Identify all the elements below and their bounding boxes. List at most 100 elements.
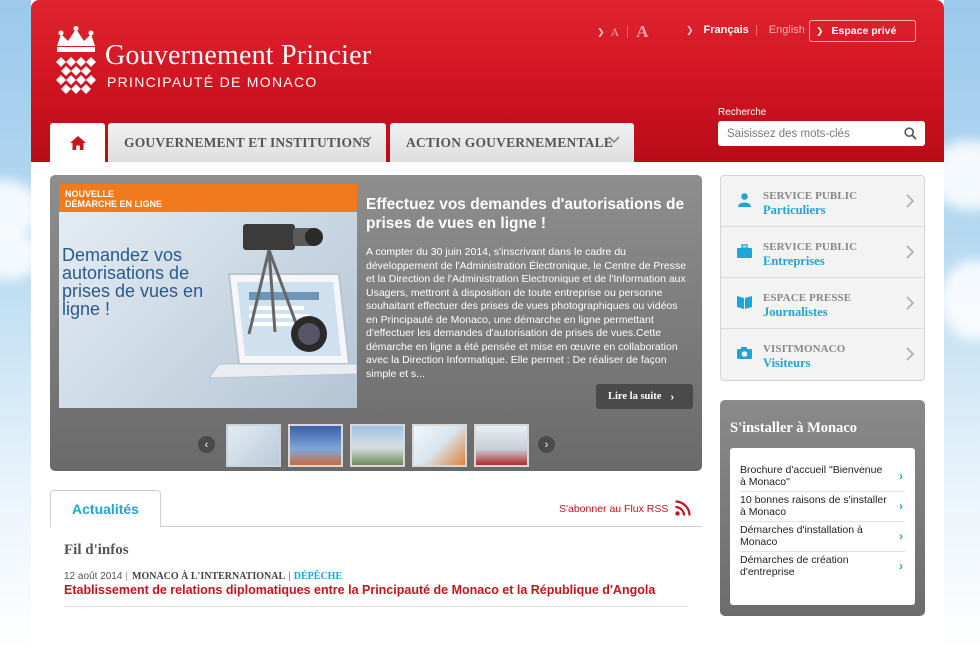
person-icon bbox=[738, 193, 751, 207]
installer-link[interactable]: 10 bonnes raisons de s'installer à Monac… bbox=[740, 492, 905, 522]
nav-tab-gouvernement[interactable]: GOUVERNEMENT ET INSTITUTIONS bbox=[108, 123, 386, 162]
installer-link-label: Brochure d'accueil "Bienvenue à Monaco" bbox=[740, 464, 883, 488]
service-audience: Entreprises bbox=[763, 254, 825, 268]
laptop-camera-illustration bbox=[209, 224, 357, 379]
site-subtitle[interactable]: PRINCIPAUTÉ DE MONACO bbox=[107, 74, 318, 90]
divider bbox=[755, 24, 757, 36]
slide-title[interactable]: Effectuez vos demandes d'autorisations d… bbox=[366, 195, 686, 233]
service-entreprises[interactable]: SERVICE PUBLIC Entreprises bbox=[721, 227, 924, 278]
nav-tab-action[interactable]: ACTION GOUVERNEMENTALE bbox=[390, 123, 634, 162]
news-meta: 12 août 2014 | MONACO À L'INTERNATIONAL … bbox=[64, 571, 342, 582]
chevron-right-icon: › bbox=[899, 559, 903, 573]
news-category[interactable]: MONACO À L'INTERNATIONAL bbox=[132, 571, 285, 582]
rss-icon[interactable] bbox=[675, 500, 691, 516]
chevron-right-icon: ❯ bbox=[816, 25, 824, 36]
slide-text: A compter du 30 juin 2014, s'inscrivant … bbox=[366, 246, 687, 380]
chevron-right-icon: ❯ bbox=[686, 24, 694, 35]
slide-image-headline: Demandez vos autorisations de prises de … bbox=[62, 245, 204, 319]
read-more-button[interactable]: Lire la suite › bbox=[596, 384, 693, 409]
divider bbox=[627, 26, 629, 38]
service-category: VISITMONACO bbox=[763, 343, 846, 355]
search-icon[interactable] bbox=[904, 127, 917, 140]
slide-thumbnails: ‹ › bbox=[50, 422, 702, 468]
chevron-right-icon: › bbox=[670, 390, 674, 403]
chevron-right-icon bbox=[906, 347, 914, 361]
chevron-down-icon bbox=[360, 136, 372, 144]
new-procedure-badge: NOUVELLE DÉMARCHE EN LIGNE bbox=[59, 184, 357, 212]
chevron-right-icon bbox=[906, 194, 914, 208]
nav-tab-label: ACTION GOUVERNEMENTALE bbox=[406, 134, 614, 150]
chevron-right-icon bbox=[906, 245, 914, 259]
chevron-right-icon: › bbox=[899, 529, 903, 543]
installer-link-label: 10 bonnes raisons de s'installer à Monac… bbox=[740, 494, 887, 518]
section-title: Fil d'infos bbox=[64, 542, 129, 558]
espace-prive-label: Espace privé bbox=[831, 25, 897, 37]
installer-panel: S'installer à Monaco Brochure d'accueil … bbox=[720, 400, 925, 616]
search-input[interactable] bbox=[727, 127, 897, 140]
service-category: ESPACE PRESSE bbox=[763, 292, 852, 304]
installer-link[interactable]: Brochure d'accueil "Bienvenue à Monaco" … bbox=[740, 462, 905, 492]
crown-logo-icon[interactable] bbox=[53, 26, 99, 96]
installer-list: Brochure d'accueil "Bienvenue à Monaco" … bbox=[730, 448, 915, 605]
divider: | bbox=[288, 571, 291, 582]
service-audience: Particuliers bbox=[763, 203, 826, 217]
rss-subscribe-link[interactable]: S'abonner au Flux RSS bbox=[559, 503, 668, 515]
lang-english-link[interactable]: English bbox=[769, 24, 805, 36]
lang-french-link[interactable]: Français bbox=[704, 24, 749, 36]
divider: | bbox=[125, 571, 128, 582]
news-headline-link[interactable]: Etablissement de relations diplomatiques… bbox=[64, 583, 655, 597]
installer-title: S'installer à Monaco bbox=[730, 420, 858, 436]
service-audience: Visiteurs bbox=[763, 356, 811, 370]
divider bbox=[160, 526, 702, 527]
chevron-right-icon: ❯ bbox=[597, 26, 605, 37]
thumbnail-1[interactable] bbox=[226, 424, 281, 467]
service-journalistes[interactable]: ESPACE PRESSE Journalistes bbox=[721, 278, 924, 329]
news-date: 12 août 2014 bbox=[64, 571, 123, 582]
nav-tab-label: GOUVERNEMENT ET INSTITUTIONS bbox=[124, 134, 370, 150]
prev-slide-button[interactable]: ‹ bbox=[198, 436, 215, 453]
book-icon bbox=[737, 296, 752, 309]
page: Gouvernement Princier PRINCIPAUTÉ DE MON… bbox=[31, 0, 944, 650]
search-box bbox=[718, 121, 925, 146]
service-audience: Journalistes bbox=[763, 305, 828, 319]
font-decrease-button[interactable]: A bbox=[611, 25, 620, 40]
chevron-right-icon bbox=[906, 296, 914, 310]
badge-line: DÉMARCHE EN LIGNE bbox=[65, 199, 163, 209]
nav-home-tab[interactable] bbox=[50, 123, 105, 162]
installer-link-label: Démarches d'installation à Monaco bbox=[740, 524, 863, 548]
thumbnail-4[interactable] bbox=[412, 424, 467, 467]
language-switcher: ❯ Français English bbox=[686, 24, 805, 36]
service-category: SERVICE PUBLIC bbox=[763, 190, 858, 202]
badge-line: NOUVELLE bbox=[65, 189, 115, 199]
font-increase-button[interactable]: A bbox=[636, 22, 648, 42]
service-visiteurs[interactable]: VISITMONACO Visiteurs bbox=[721, 329, 924, 380]
font-size-tools: ❯ A A bbox=[597, 22, 649, 42]
next-slide-button[interactable]: › bbox=[538, 436, 555, 453]
divider bbox=[64, 606, 688, 607]
site-header: Gouvernement Princier PRINCIPAUTÉ DE MON… bbox=[31, 0, 944, 162]
thumbnail-5[interactable] bbox=[474, 424, 529, 467]
search-label: Recherche bbox=[718, 107, 767, 118]
installer-link-label: Démarches de création d'entreprise bbox=[740, 554, 849, 578]
services-panel: SERVICE PUBLIC Particuliers SERVICE PUBL… bbox=[720, 175, 925, 381]
briefcase-icon bbox=[737, 244, 752, 258]
news-section: Actualités S'abonner au Flux RSS Fil d'i… bbox=[50, 490, 702, 616]
slide-image[interactable]: NOUVELLE DÉMARCHE EN LIGNE Demandez vos … bbox=[59, 184, 357, 408]
tab-actualites[interactable]: Actualités bbox=[50, 490, 161, 527]
chevron-right-icon: › bbox=[899, 499, 903, 513]
service-particuliers[interactable]: SERVICE PUBLIC Particuliers bbox=[721, 176, 924, 227]
installer-link[interactable]: Démarches de création d'entreprise › bbox=[740, 552, 905, 582]
installer-link[interactable]: Démarches d'installation à Monaco › bbox=[740, 522, 905, 552]
camera-icon bbox=[737, 347, 752, 359]
chevron-down-icon bbox=[608, 136, 620, 144]
news-type[interactable]: DÉPÊCHE bbox=[294, 571, 342, 582]
service-category: SERVICE PUBLIC bbox=[763, 241, 858, 253]
chevron-right-icon: › bbox=[899, 469, 903, 483]
featured-slider: NOUVELLE DÉMARCHE EN LIGNE Demandez vos … bbox=[50, 175, 702, 471]
thumbnail-3[interactable] bbox=[350, 424, 405, 467]
site-title[interactable]: Gouvernement Princier bbox=[105, 40, 371, 72]
thumbnail-2[interactable] bbox=[288, 424, 343, 467]
read-more-label: Lire la suite bbox=[608, 391, 662, 402]
espace-prive-button[interactable]: ❯ Espace privé bbox=[809, 20, 916, 42]
home-icon bbox=[69, 135, 86, 150]
